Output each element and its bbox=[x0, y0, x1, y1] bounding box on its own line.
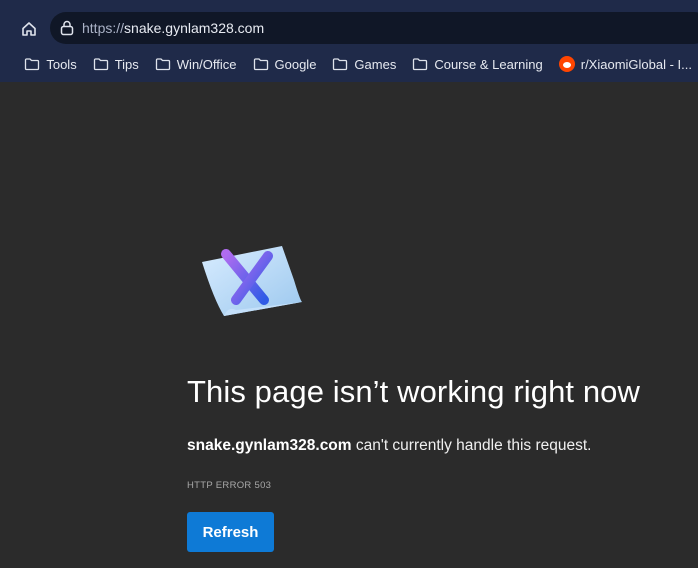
bookmark-label: Tips bbox=[114, 56, 139, 72]
bookmark-google[interactable]: Google bbox=[247, 52, 323, 76]
bookmarks-bar: Tools Tips Win/Office Google Games Cours… bbox=[0, 50, 698, 78]
error-host: snake.gynlam328.com bbox=[187, 437, 352, 454]
refresh-button[interactable]: Refresh bbox=[187, 512, 274, 552]
bookmark-games[interactable]: Games bbox=[326, 52, 402, 76]
bookmark-label: Google bbox=[274, 56, 317, 72]
folder-icon bbox=[333, 58, 348, 71]
bookmark-label: r/XiaomiGlobal - I... bbox=[580, 56, 692, 72]
bookmark-xiaomiglobal[interactable]: r/XiaomiGlobal - I... bbox=[553, 52, 698, 76]
browser-toolbar: https://snake.gynlam328.com Tools Tips W… bbox=[0, 0, 698, 82]
error-description: snake.gynlam328.com can't currently hand… bbox=[187, 437, 591, 455]
address-bar[interactable]: https://snake.gynlam328.com bbox=[50, 12, 698, 44]
bookmark-win-office[interactable]: Win/Office bbox=[149, 52, 243, 76]
error-title: This page isn’t working right now bbox=[187, 374, 641, 409]
folder-icon bbox=[25, 58, 40, 71]
folder-icon bbox=[253, 58, 268, 71]
bookmark-label: Win/Office bbox=[176, 56, 237, 72]
bookmark-label: Course & Learning bbox=[434, 56, 543, 72]
bookmark-label: Games bbox=[354, 56, 397, 72]
home-button[interactable] bbox=[14, 14, 44, 44]
bookmark-label: Tools bbox=[46, 56, 77, 72]
bookmark-tools[interactable]: Tools bbox=[18, 52, 82, 76]
error-illustration bbox=[196, 240, 308, 324]
lock-icon[interactable] bbox=[58, 19, 76, 37]
folder-icon bbox=[93, 58, 108, 71]
home-icon bbox=[22, 22, 36, 36]
bookmark-course-learning[interactable]: Course & Learning bbox=[406, 52, 548, 76]
error-message: can't currently handle this request. bbox=[351, 437, 592, 454]
url-text[interactable]: https://snake.gynlam328.com bbox=[82, 20, 264, 36]
error-code: HTTP ERROR 503 bbox=[187, 480, 272, 491]
reddit-icon bbox=[558, 56, 575, 72]
folder-icon bbox=[155, 58, 170, 71]
bookmark-tips[interactable]: Tips bbox=[87, 52, 145, 76]
folder-icon bbox=[413, 58, 428, 71]
